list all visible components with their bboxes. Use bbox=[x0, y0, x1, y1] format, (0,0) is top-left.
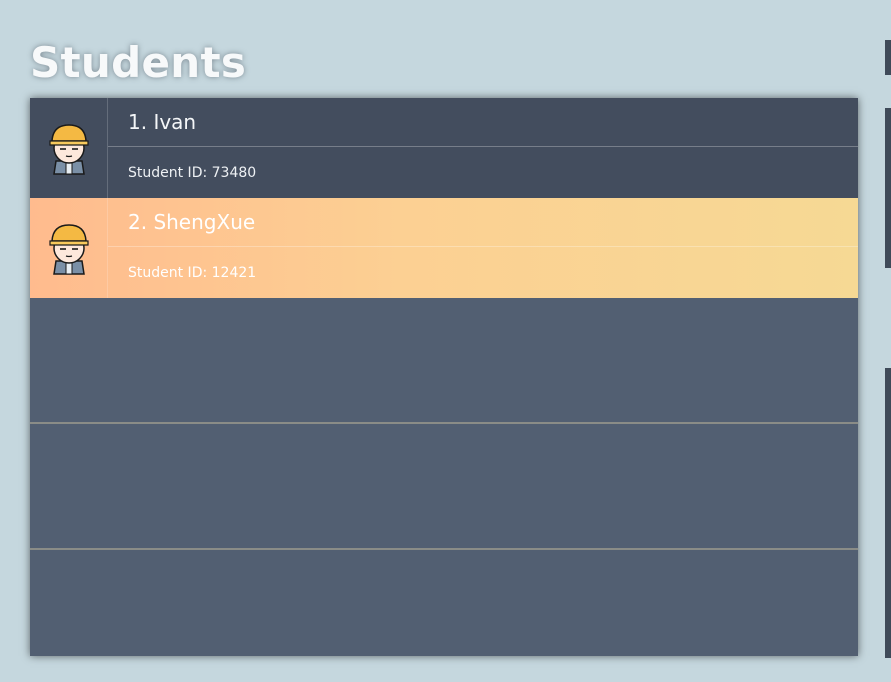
empty-list-row bbox=[30, 424, 858, 550]
student-avatar-icon bbox=[48, 124, 89, 175]
student-id: Student ID: 73480 bbox=[128, 164, 257, 181]
avatar bbox=[30, 98, 108, 198]
page-title: Students bbox=[30, 38, 247, 87]
adjacent-panel-edge bbox=[885, 368, 891, 658]
avatar bbox=[30, 198, 108, 298]
student-id: Student ID: 12421 bbox=[128, 264, 257, 281]
adjacent-panel-edge bbox=[885, 108, 891, 268]
student-name: 2. ShengXue bbox=[108, 198, 858, 247]
student-card-selected[interactable]: 2. ShengXue Student ID: 12421 bbox=[30, 198, 858, 298]
empty-list-row bbox=[30, 298, 858, 424]
student-name: 1. Ivan bbox=[108, 98, 858, 147]
student-avatar-icon bbox=[48, 224, 89, 275]
student-card[interactable]: 1. Ivan Student ID: 73480 bbox=[30, 98, 858, 198]
adjacent-panel-edge bbox=[885, 40, 891, 75]
student-list[interactable]: 1. Ivan Student ID: 73480 2. ShengXue St… bbox=[30, 98, 858, 656]
empty-list-row bbox=[30, 550, 858, 656]
